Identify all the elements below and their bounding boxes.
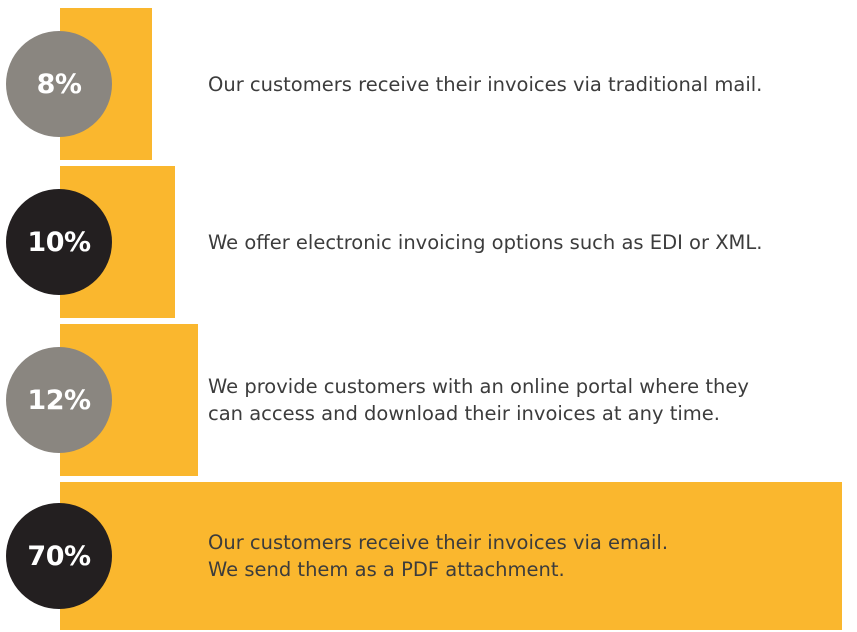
value-badge-4: 70% — [6, 503, 112, 609]
description-line: We provide customers with an online port… — [208, 375, 749, 398]
description-line: can access and download their invoices a… — [208, 402, 720, 425]
bar-description-3: We provide customers with an online port… — [208, 324, 848, 476]
description-line: Our customers receive their invoices via… — [208, 72, 763, 96]
description-line: We offer electronic invoicing options su… — [208, 230, 763, 254]
description-line: Our customers receive their invoices via… — [208, 531, 669, 554]
value-badge-2: 10% — [6, 189, 112, 295]
value-badge-1: 8% — [6, 31, 112, 137]
description-line: We send them as a PDF attachment. — [208, 558, 565, 581]
bar-description-4: Our customers receive their invoices via… — [208, 482, 848, 630]
value-badge-3: 12% — [6, 347, 112, 453]
bar-description-1: Our customers receive their invoices via… — [208, 8, 848, 160]
invoice-delivery-chart: 8% Our customers receive their invoices v… — [0, 0, 857, 632]
bar-description-2: We offer electronic invoicing options su… — [208, 166, 848, 318]
